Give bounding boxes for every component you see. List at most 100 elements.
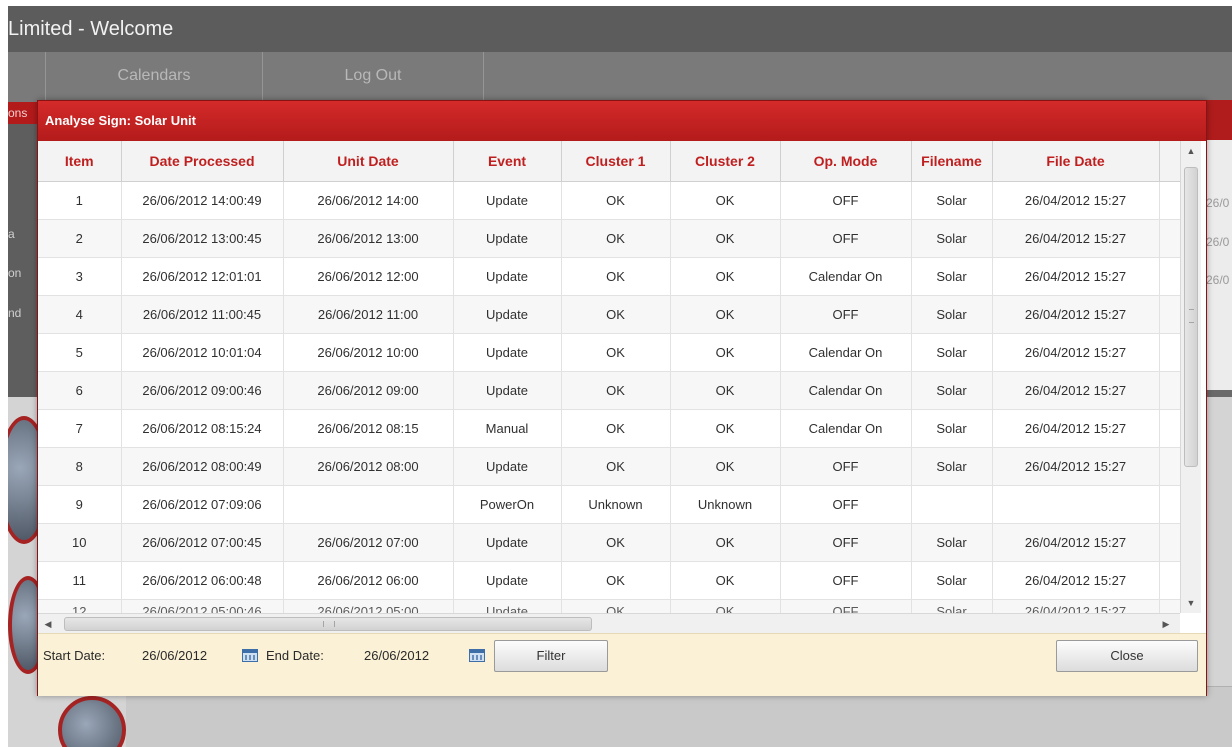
table-row[interactable]: 2 26/06/2012 13:00:45 26/06/2012 13:00 Upda… bbox=[38, 219, 1180, 258]
column-header-item[interactable]: Item bbox=[38, 141, 122, 182]
filter-button[interactable]: Filter bbox=[494, 640, 608, 672]
sidebar-item[interactable]: on bbox=[8, 266, 40, 280]
cell-item: 2 bbox=[38, 219, 122, 258]
menu-item-log-out[interactable]: Log Out bbox=[262, 52, 483, 102]
table-row[interactable]: 3 26/06/2012 12:01:01 26/06/2012 12:00 Upda… bbox=[38, 257, 1180, 296]
cell-date-processed: 26/06/2012 14:00:49 bbox=[121, 181, 284, 220]
cell-filename: Solar bbox=[911, 599, 993, 613]
horizontal-scrollbar[interactable]: ◀ ▶ bbox=[38, 613, 1180, 634]
sidebar-item[interactable]: a bbox=[8, 227, 40, 241]
table-row[interactable]: 10 26/06/2012 07:00:45 26/06/2012 07:00 Upd… bbox=[38, 523, 1180, 562]
cell-op-mode: Calendar On bbox=[780, 333, 912, 372]
cell-file-date: 26/04/2012 15:27 bbox=[992, 371, 1160, 410]
cell-date-processed: 26/06/2012 07:09:06 bbox=[121, 485, 284, 524]
end-date-label: End Date: bbox=[266, 648, 324, 663]
table-row[interactable]: 1 26/06/2012 14:00:49 26/06/2012 14:00 Upda… bbox=[38, 181, 1180, 220]
cell-unit-date: 26/06/2012 07:00 bbox=[283, 523, 454, 562]
cell-file-date: 26/04/2012 15:27 bbox=[992, 219, 1160, 258]
vertical-scroll-thumb[interactable] bbox=[1184, 167, 1198, 467]
column-header-filler bbox=[1159, 141, 1180, 182]
cell-filler bbox=[1159, 523, 1180, 562]
end-date-field[interactable]: 26/06/2012 bbox=[364, 644, 429, 668]
cell-item: 6 bbox=[38, 371, 122, 410]
cell-date-processed: 26/06/2012 07:00:45 bbox=[121, 523, 284, 562]
cell-unit-date: 26/06/2012 13:00 bbox=[283, 219, 454, 258]
app-title-bar: Limited - Welcome bbox=[8, 6, 1232, 52]
scroll-right-arrow-icon[interactable]: ▶ bbox=[1156, 614, 1176, 634]
cell-date-processed: 26/06/2012 08:15:24 bbox=[121, 409, 284, 448]
column-header-event[interactable]: Event bbox=[453, 141, 562, 182]
cell-item: 4 bbox=[38, 295, 122, 334]
cell-cluster-2: OK bbox=[670, 333, 781, 372]
cell-cluster-2: OK bbox=[670, 561, 781, 600]
column-header-cluster-2[interactable]: Cluster 2 bbox=[670, 141, 781, 182]
scroll-left-arrow-icon[interactable]: ◀ bbox=[38, 614, 58, 634]
cell-unit-date: 26/06/2012 08:00 bbox=[283, 447, 454, 486]
column-header-filename[interactable]: Filename bbox=[911, 141, 993, 182]
cell-unit-date: 26/06/2012 10:00 bbox=[283, 333, 454, 372]
vertical-scrollbar[interactable]: ▲ ▼ bbox=[1180, 141, 1201, 613]
cell-cluster-2: OK bbox=[670, 599, 781, 613]
cell-filename: Solar bbox=[911, 219, 993, 258]
background-grid-column: 26/0 26/0 26/0 bbox=[1206, 140, 1232, 390]
cell-event: Update bbox=[453, 257, 562, 296]
table-row[interactable]: 4 26/06/2012 11:00:45 26/06/2012 11:00 Upda… bbox=[38, 295, 1180, 334]
cell-file-date: 26/04/2012 15:27 bbox=[992, 599, 1160, 613]
scroll-down-arrow-icon[interactable]: ▼ bbox=[1181, 593, 1201, 613]
cell-cluster-2: OK bbox=[670, 447, 781, 486]
app-title: Limited - Welcome bbox=[8, 18, 174, 40]
cell-filename: Solar bbox=[911, 257, 993, 296]
cell-file-date: 26/04/2012 15:27 bbox=[992, 295, 1160, 334]
column-header-date-processed[interactable]: Date Processed bbox=[121, 141, 284, 182]
cell-filename bbox=[911, 485, 993, 524]
cell-filler bbox=[1159, 295, 1180, 334]
sidebar-item-active[interactable]: ons bbox=[8, 102, 40, 124]
cell-cluster-1: OK bbox=[561, 409, 671, 448]
table-row[interactable]: 6 26/06/2012 09:00:46 26/06/2012 09:00 Upda… bbox=[38, 371, 1180, 410]
table-row[interactable]: 9 26/06/2012 07:09:06 PowerOn Unknown Unknow… bbox=[38, 485, 1180, 524]
cell-op-mode: Calendar On bbox=[780, 409, 912, 448]
table-header-row: Item Date Processed Unit Date Event Clus… bbox=[38, 141, 1180, 182]
cell-filler bbox=[1159, 599, 1180, 613]
table-row[interactable]: 5 26/06/2012 10:01:04 26/06/2012 10:00 Upda… bbox=[38, 333, 1180, 372]
dialog-title: Analyse Sign: Solar Unit bbox=[45, 113, 196, 128]
cell-date-processed: 26/06/2012 12:01:01 bbox=[121, 257, 284, 296]
cell-event: PowerOn bbox=[453, 485, 562, 524]
column-header-op-mode[interactable]: Op. Mode bbox=[780, 141, 912, 182]
column-header-file-date[interactable]: File Date bbox=[992, 141, 1160, 182]
cell-cluster-2: OK bbox=[670, 295, 781, 334]
cell-item: 9 bbox=[38, 485, 122, 524]
table-row[interactable]: 7 26/06/2012 08:15:24 26/06/2012 08:15 Manu… bbox=[38, 409, 1180, 448]
table-row[interactable]: 8 26/06/2012 08:00:49 26/06/2012 08:00 Upda… bbox=[38, 447, 1180, 486]
start-date-field[interactable]: 26/06/2012 bbox=[142, 644, 207, 668]
cell-unit-date: 26/06/2012 11:00 bbox=[283, 295, 454, 334]
cell-item: 8 bbox=[38, 447, 122, 486]
cell-filename: Solar bbox=[911, 561, 993, 600]
cell-file-date: 26/04/2012 15:27 bbox=[992, 447, 1160, 486]
cell-filler bbox=[1159, 485, 1180, 524]
sidebar-item[interactable]: nd bbox=[8, 306, 40, 320]
table-row[interactable]: 11 26/06/2012 06:00:48 26/06/2012 06:00 Upd… bbox=[38, 561, 1180, 600]
column-header-cluster-1[interactable]: Cluster 1 bbox=[561, 141, 671, 182]
cell-unit-date: 26/06/2012 14:00 bbox=[283, 181, 454, 220]
table-row[interactable]: 12 26/06/2012 05:00:46 26/06/2012 05:00 Upd… bbox=[38, 599, 1180, 613]
column-header-unit-date[interactable]: Unit Date bbox=[283, 141, 454, 182]
cell-unit-date: 26/06/2012 08:15 bbox=[283, 409, 454, 448]
cell-file-date: 26/04/2012 15:27 bbox=[992, 409, 1160, 448]
cell-filler bbox=[1159, 181, 1180, 220]
background-grid-cell: 26/0 bbox=[1206, 196, 1230, 210]
calendar-icon[interactable] bbox=[242, 649, 258, 662]
close-button[interactable]: Close bbox=[1056, 640, 1198, 672]
calendar-icon[interactable] bbox=[469, 649, 485, 662]
scroll-up-arrow-icon[interactable]: ▲ bbox=[1181, 141, 1201, 161]
cell-cluster-2: OK bbox=[670, 219, 781, 258]
horizontal-scroll-thumb[interactable] bbox=[64, 617, 592, 631]
cell-date-processed: 26/06/2012 08:00:49 bbox=[121, 447, 284, 486]
table-body: 1 26/06/2012 14:00:49 26/06/2012 14:00 Upda… bbox=[38, 181, 1180, 613]
cell-event: Update bbox=[453, 599, 562, 613]
cell-cluster-2: OK bbox=[670, 181, 781, 220]
cell-cluster-1: OK bbox=[561, 295, 671, 334]
cell-item: 12 bbox=[38, 599, 122, 613]
cell-unit-date: 26/06/2012 09:00 bbox=[283, 371, 454, 410]
menu-item-calendars[interactable]: Calendars bbox=[45, 52, 262, 102]
